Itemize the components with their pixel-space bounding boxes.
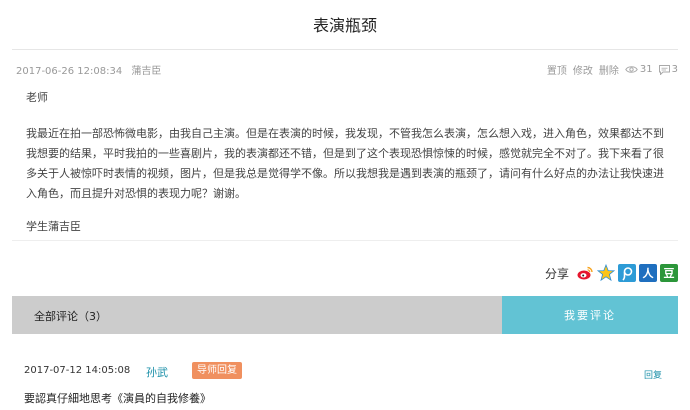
page-title: 表演瓶颈 <box>312 16 377 35</box>
reply-button[interactable]: 回复 <box>644 368 662 381</box>
share-label: 分享 <box>544 266 569 281</box>
comment-header-bar: 全部评论（3） 我要评论 <box>12 296 678 334</box>
post-actions: 置顶 修改 删除 31 3 <box>541 62 678 77</box>
body-divider <box>12 240 678 241</box>
tencent-weibo-icon[interactable] <box>618 264 636 282</box>
all-comments-label[interactable]: 全部评论（3） <box>34 308 107 324</box>
edit-button[interactable]: 修改 <box>573 62 593 77</box>
delete-button[interactable]: 删除 <box>599 62 619 77</box>
comment-text: 要認真仔細地思考《演員的自我修養》 <box>24 392 211 405</box>
share-bar: 分享 人 豆 <box>545 264 678 282</box>
pin-button[interactable]: 置顶 <box>547 62 567 77</box>
post-signature: 学生蒲吉臣 <box>26 220 81 233</box>
post-content: 我最近在拍一部恐怖微电影，由我自己主演。但是在表演的时候，我发现，不管我怎么表演… <box>26 127 664 200</box>
renren-icon[interactable]: 人 <box>639 264 657 282</box>
comment-count-value: 3 <box>671 64 678 75</box>
comment-icon <box>658 64 670 75</box>
post-meta-left: 2017-06-26 12:08:34 蒲吉臣 <box>16 62 161 77</box>
mentor-reply-badge: 导师回复 <box>192 362 242 379</box>
post-author[interactable]: 蒲吉臣 <box>131 66 161 77</box>
write-comment-button[interactable]: 我要评论 <box>502 296 678 334</box>
douban-icon[interactable]: 豆 <box>660 264 678 282</box>
weibo-icon[interactable] <box>576 264 594 282</box>
view-count: 31 <box>625 64 653 75</box>
comment-count: 3 <box>658 64 678 75</box>
view-count-value: 31 <box>639 64 653 75</box>
weibo-icon-glyph <box>577 266 593 280</box>
post-greeting: 老师 <box>26 91 48 104</box>
title-divider <box>12 49 678 50</box>
post-date: 2017-06-26 12:08:34 <box>16 66 123 77</box>
tencent-weibo-icon-glyph <box>622 267 633 281</box>
eye-icon <box>625 66 638 73</box>
comment-user[interactable]: 孙武 <box>146 364 168 380</box>
comment-date: 2017-07-12 14:05:08 <box>24 365 131 376</box>
qzone-icon[interactable] <box>597 264 615 282</box>
post-meta: 2017-06-26 12:08:34 蒲吉臣 置顶 修改 删除 31 3 <box>12 62 678 78</box>
qzone-icon-glyph <box>597 264 615 282</box>
